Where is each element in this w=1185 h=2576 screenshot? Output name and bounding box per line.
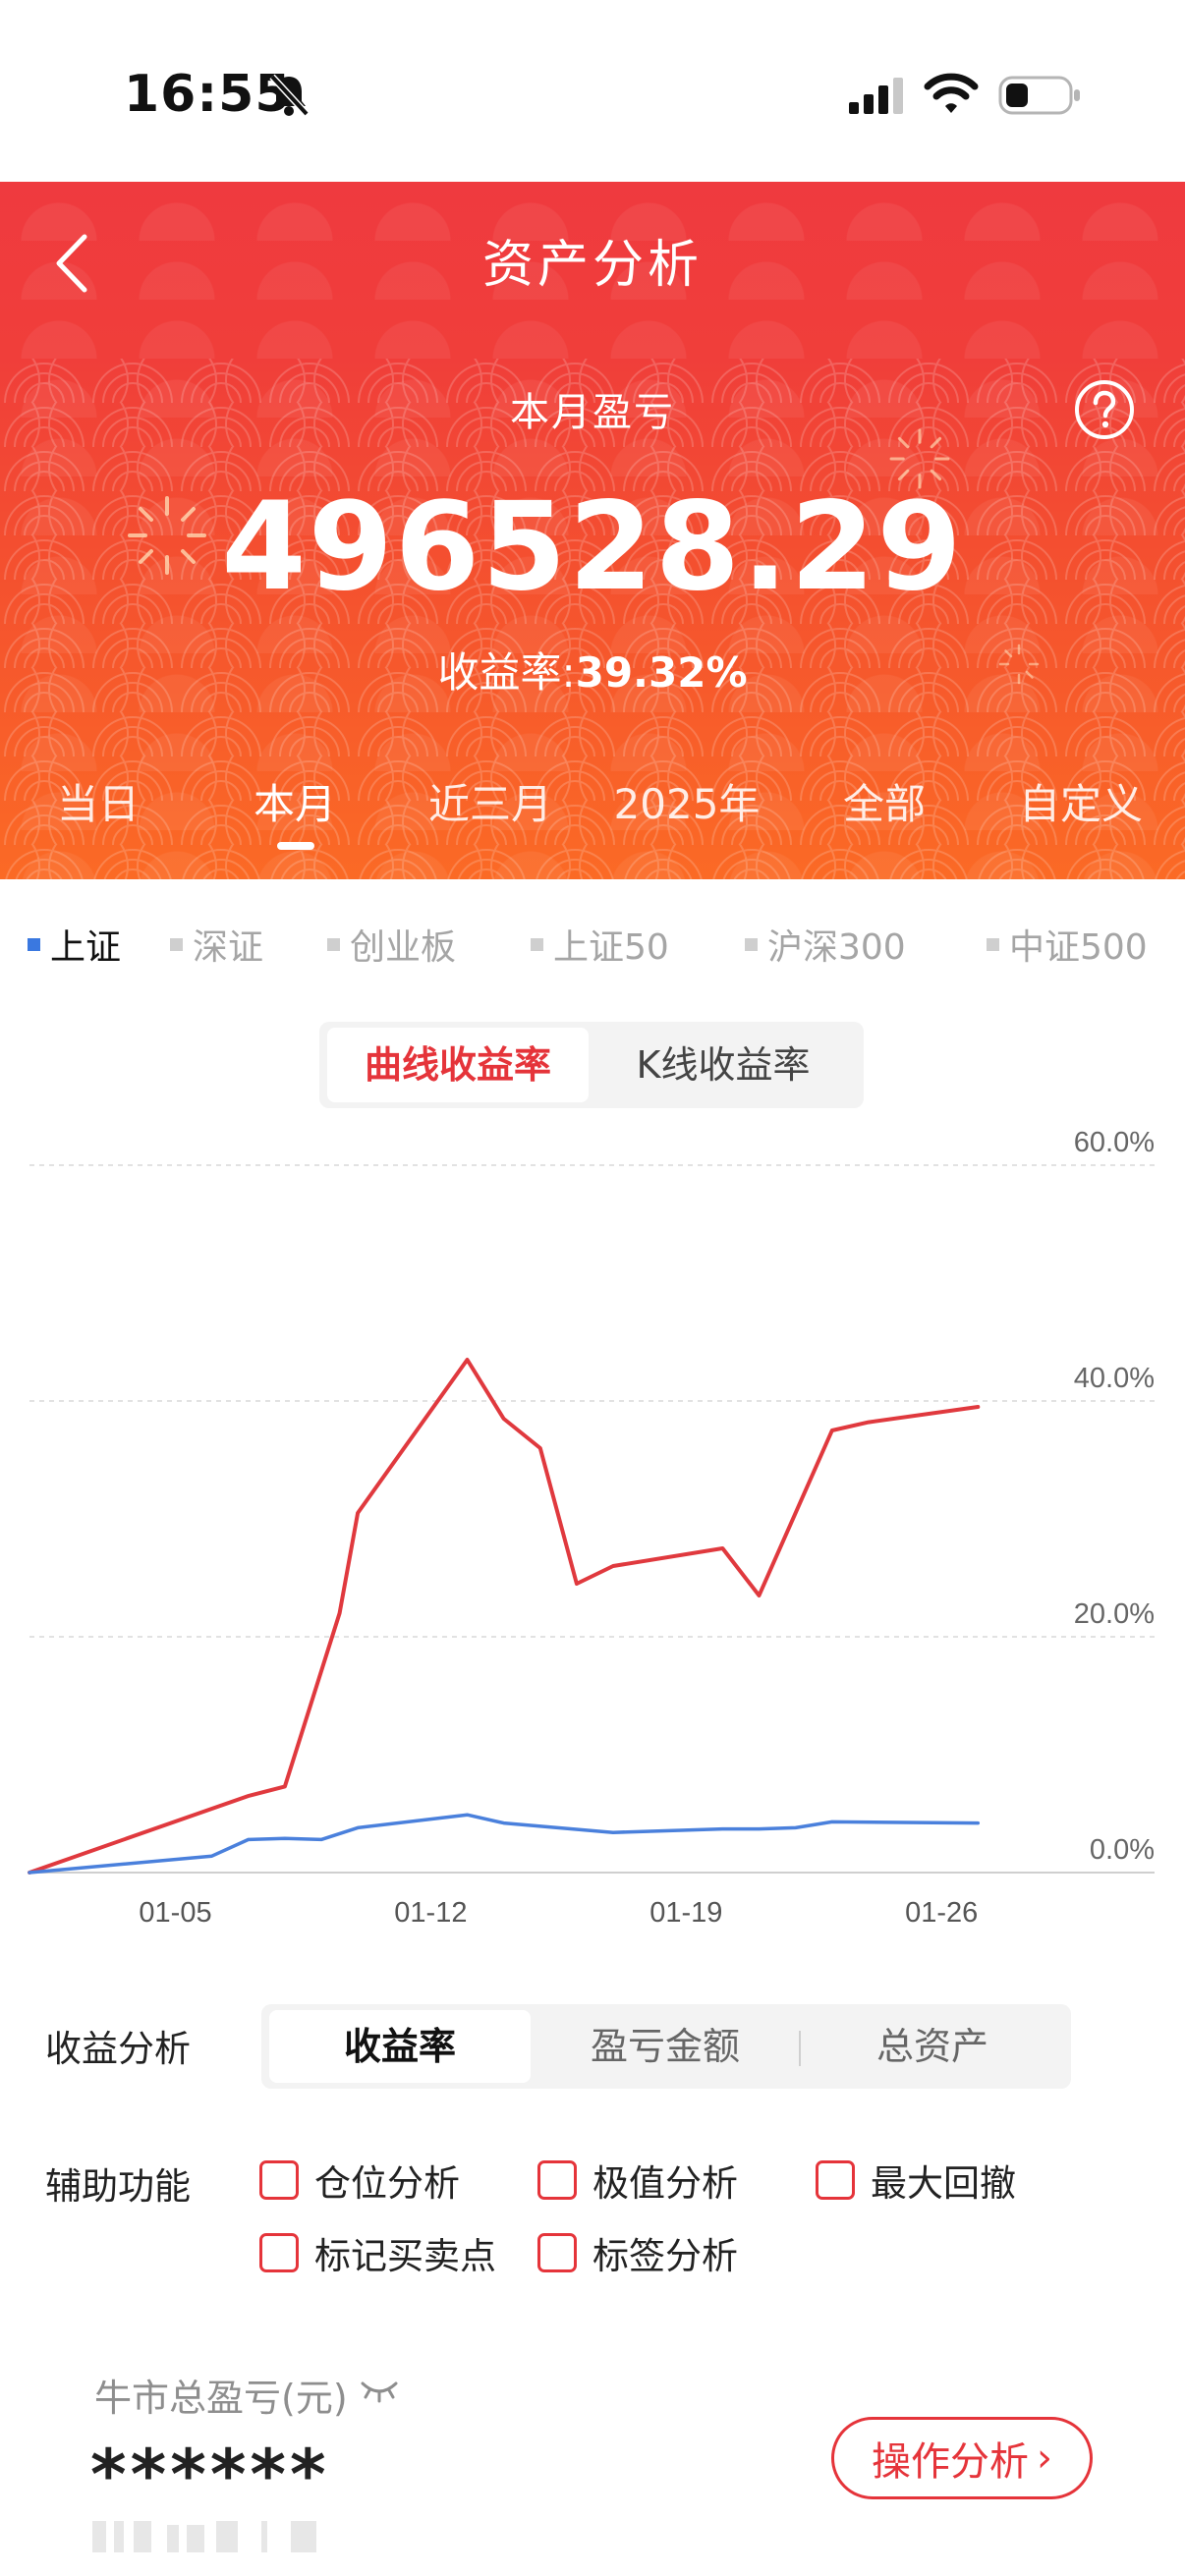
portfolio-return-line <box>28 1358 981 1875</box>
tab-year-2025[interactable]: 2025年 <box>589 771 785 831</box>
status-bar: 16:55 <box>0 0 1185 182</box>
legend-square <box>327 937 340 951</box>
operation-analysis-button[interactable]: 操作分析 › <box>831 2417 1093 2499</box>
page-title: 资产分析 <box>481 236 703 295</box>
aux-label: 极值分析 <box>592 2162 738 2205</box>
summary-amount: 496528.29 <box>221 476 964 618</box>
index-label: 沪深300 <box>767 927 906 968</box>
active-tab-indicator <box>277 842 314 850</box>
index-label: 深证 <box>193 927 264 968</box>
tab-all[interactable]: 全部 <box>786 771 983 831</box>
index-item-sse50[interactable]: 上证50 <box>531 919 669 970</box>
legend-square <box>745 937 758 951</box>
bull-market-value: ****** <box>90 2435 330 2515</box>
aux-checkbox-tag-analysis[interactable]: 标签分析 <box>537 2226 738 2279</box>
index-label: 上证 <box>50 927 122 968</box>
profit-analysis-label: 收益分析 <box>45 2028 191 2070</box>
index-item-csi500[interactable]: 中证500 <box>987 919 1148 970</box>
legend-square <box>28 937 40 951</box>
checkbox[interactable] <box>816 2160 855 2200</box>
status-time: 16:55 <box>124 65 292 124</box>
signal-icon <box>849 78 903 114</box>
tab-this-month[interactable]: 本月 <box>197 771 393 831</box>
aux-label: 最大回撤 <box>871 2162 1016 2205</box>
aux-functions-label: 辅助功能 <box>45 2165 191 2208</box>
x-tick-label: 01-19 <box>649 1897 722 1929</box>
aux-checkbox-max-drawdown[interactable]: 最大回撤 <box>816 2154 1016 2207</box>
metric-rate-button[interactable]: 收益率 <box>269 2010 531 2083</box>
checkbox[interactable] <box>259 2233 299 2272</box>
tab-custom[interactable]: 自定义 <box>983 771 1179 831</box>
truncated-content <box>92 2521 316 2552</box>
y-tick-label: 60.0% <box>1074 1127 1155 1158</box>
y-tick-label: 20.0% <box>1074 1598 1155 1630</box>
bull-market-label: 牛市总盈亏(元) <box>94 2377 348 2420</box>
y-tick-label: 0.0% <box>1090 1834 1155 1866</box>
summary-rate: 收益率:39.32% <box>0 640 1185 700</box>
tab-today[interactable]: 当日 <box>0 771 197 831</box>
checkbox[interactable] <box>537 2160 577 2200</box>
aux-label: 标签分析 <box>592 2235 738 2277</box>
index-label: 中证500 <box>1009 927 1148 968</box>
legend-square <box>170 937 183 951</box>
checkbox[interactable] <box>259 2160 299 2200</box>
aux-checkbox-position[interactable]: 仓位分析 <box>259 2154 460 2207</box>
chevron-right-icon: › <box>1037 2436 1052 2481</box>
battery-icon <box>998 76 1080 115</box>
metric-pnl-button[interactable]: 盈亏金额 <box>533 2010 798 2083</box>
summary-label: 本月盈亏 <box>510 390 675 435</box>
tab-three-months[interactable]: 近三月 <box>392 771 589 831</box>
metric-total-assets-button[interactable]: 总资产 <box>800 2010 1065 2083</box>
x-tick-label: 01-05 <box>139 1897 211 1929</box>
index-item-shanghai[interactable]: 上证 <box>28 919 121 970</box>
index-item-shenzhen[interactable]: 深证 <box>170 919 263 970</box>
wifi-icon <box>924 73 979 113</box>
button-label: 操作分析 <box>872 2439 1029 2485</box>
index-item-chinext[interactable]: 创业板 <box>327 919 456 970</box>
aux-label: 标记买卖点 <box>314 2235 496 2277</box>
metric-toggle: 收益率 盈亏金额 总资产 <box>261 2004 1071 2089</box>
index-selector: 上证 深证 创业板 上证50 沪深300 中证500 <box>0 919 1185 978</box>
eye-closed-icon[interactable] <box>360 2376 399 2403</box>
kline-rate-button[interactable]: K线收益率 <box>591 1028 856 1102</box>
rate-label: 收益率: <box>437 648 576 697</box>
aux-checkbox-extremes[interactable]: 极值分析 <box>537 2154 738 2207</box>
divider <box>799 2031 801 2066</box>
return-chart: 60.0% 40.0% 20.0% 0.0% 01-05 01-12 01-19 01-26 <box>28 1127 1155 1929</box>
legend-square <box>987 937 999 951</box>
index-item-csi300[interactable]: 沪深300 <box>745 919 906 970</box>
checkbox[interactable] <box>537 2233 577 2272</box>
index-label: 上证50 <box>553 927 669 968</box>
period-tabs: 当日 本月 近三月 2025年 全部 自定义 <box>0 771 1185 869</box>
rate-value: 39.32% <box>575 648 748 697</box>
aux-checkbox-trade-points[interactable]: 标记买卖点 <box>259 2226 496 2279</box>
index-label: 创业板 <box>350 927 457 968</box>
hero-header: 资产分析 本月盈亏 496528.29 收益率:39.32% 当日 本月 近三月… <box>0 182 1185 879</box>
x-tick-label: 01-12 <box>394 1897 467 1929</box>
chart-mode-toggle: 曲线收益率 K线收益率 <box>319 1022 864 1108</box>
x-tick-label: 01-26 <box>905 1897 978 1929</box>
curve-rate-button[interactable]: 曲线收益率 <box>327 1028 589 1102</box>
question-circle-icon[interactable] <box>1073 378 1136 441</box>
bell-slash-icon <box>269 74 310 117</box>
aux-label: 仓位分析 <box>314 2162 460 2205</box>
legend-square <box>531 937 543 951</box>
y-tick-label: 40.0% <box>1074 1363 1155 1394</box>
